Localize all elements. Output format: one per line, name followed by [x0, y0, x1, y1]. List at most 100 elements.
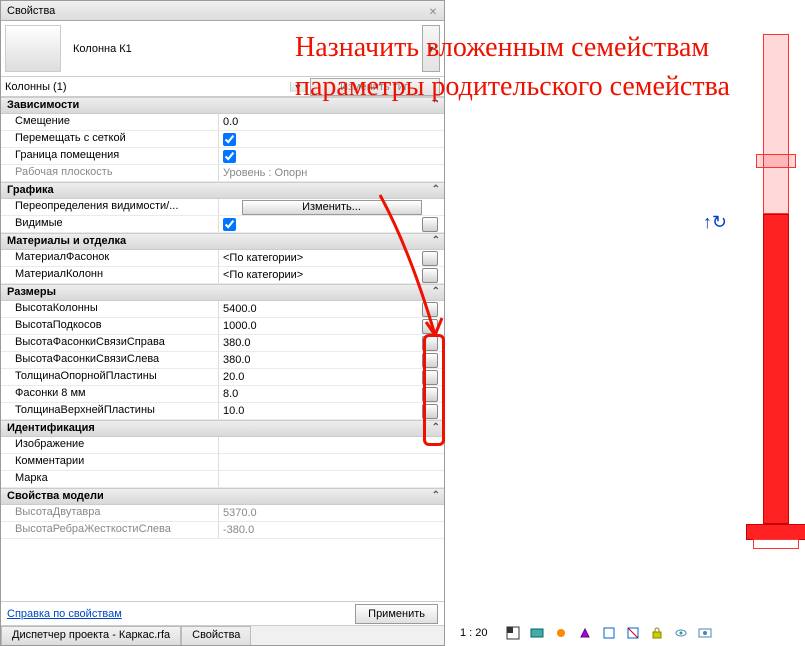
viewport-3d[interactable]: ↑↻ — [446, 0, 805, 646]
collapse-icon[interactable]: ⌃ — [432, 99, 440, 110]
property-label: ТолщинаВерхнейПластины — [1, 403, 219, 419]
reveal-hidden-icon[interactable] — [698, 626, 712, 640]
property-row: ВысотаДвутавра5370.0 — [1, 505, 444, 522]
property-row: Перемещать с сеткой — [1, 131, 444, 148]
property-value[interactable]: 1000.0 — [219, 318, 444, 334]
properties-list[interactable]: Зависимости⌃Смещение0.0Перемещать с сетк… — [1, 97, 444, 601]
property-value[interactable]: <По категории> — [219, 267, 444, 283]
property-value[interactable] — [219, 437, 444, 453]
associate-parameter-button[interactable] — [422, 387, 438, 402]
property-row: ВысотаРебраЖесткостиСлева-380.0 — [1, 522, 444, 539]
group-header[interactable]: Свойства модели⌃ — [1, 488, 444, 505]
instance-count-label: Колонны (1) — [1, 81, 290, 93]
associate-parameter-button[interactable] — [422, 370, 438, 385]
property-value[interactable]: 8.0 — [219, 386, 444, 402]
property-row: МатериалКолонн<По категории> — [1, 267, 444, 284]
detail-level-icon[interactable] — [506, 626, 520, 640]
property-row: Граница помещения — [1, 148, 444, 165]
instance-row: Колонны (1) ▼ Изменить тип — [1, 77, 444, 97]
panel-tabs: Диспетчер проекта - Каркас.rfa Свойства — [1, 625, 444, 645]
crop-visible-icon[interactable] — [626, 626, 640, 640]
associate-parameter-button[interactable] — [422, 268, 438, 283]
property-value[interactable]: <По категории> — [219, 250, 444, 266]
group-header[interactable]: Идентификация⌃ — [1, 420, 444, 437]
property-value[interactable]: 20.0 — [219, 369, 444, 385]
property-checkbox[interactable] — [223, 218, 236, 231]
property-label: Видимые — [1, 216, 219, 232]
property-value[interactable]: 380.0 — [219, 335, 444, 351]
property-row: Рабочая плоскостьУровень : Опорн — [1, 165, 444, 182]
type-name-label: Колонна К1 — [65, 21, 422, 76]
type-preview — [5, 25, 61, 72]
property-row: Марка — [1, 471, 444, 488]
property-label: Переопределения видимости/... — [1, 199, 219, 215]
collapse-icon[interactable]: ⌃ — [432, 235, 440, 246]
property-checkbox[interactable] — [223, 150, 236, 163]
associate-parameter-button[interactable] — [422, 319, 438, 334]
collapse-icon[interactable]: ⌃ — [432, 422, 440, 433]
property-row: Изображение — [1, 437, 444, 454]
property-value[interactable] — [219, 454, 444, 470]
property-edit-button[interactable]: Изменить... — [242, 200, 422, 215]
apply-button[interactable]: Применить — [355, 604, 438, 624]
group-header[interactable]: Графика⌃ — [1, 182, 444, 199]
property-value[interactable]: Уровень : Опорн — [219, 165, 444, 181]
collapse-icon[interactable]: ⌃ — [432, 286, 440, 297]
property-value[interactable] — [219, 216, 444, 232]
property-row: МатериалФасонок<По категории> — [1, 250, 444, 267]
property-value[interactable]: 10.0 — [219, 403, 444, 419]
group-header[interactable]: Материалы и отделка⌃ — [1, 233, 444, 250]
close-icon[interactable]: ✕ — [426, 3, 440, 17]
type-selector[interactable]: Колонна К1 ▼ — [1, 21, 444, 77]
property-row: ТолщинаВерхнейПластины10.0 — [1, 403, 444, 420]
help-link[interactable]: Справка по свойствам — [7, 608, 122, 620]
property-row: Смещение0.0 — [1, 114, 444, 131]
property-label: МатериалФасонок — [1, 250, 219, 266]
panel-footer: Справка по свойствам Применить — [1, 601, 444, 625]
property-row: ВысотаПодкосов1000.0 — [1, 318, 444, 335]
panel-title-bar[interactable]: Свойства ✕ — [1, 1, 444, 21]
chevron-down-icon[interactable]: ▼ — [290, 82, 306, 92]
property-value[interactable]: -380.0 — [219, 522, 444, 538]
scale-label[interactable]: 1 : 20 — [460, 627, 488, 639]
edit-type-button[interactable]: Изменить тип — [310, 78, 440, 96]
associate-parameter-button[interactable] — [422, 217, 438, 232]
tab-project-browser[interactable]: Диспетчер проекта - Каркас.rfa — [1, 626, 181, 645]
group-header[interactable]: Зависимости⌃ — [1, 97, 444, 114]
property-label: Марка — [1, 471, 219, 487]
chevron-down-icon[interactable]: ▼ — [422, 25, 440, 72]
property-row: Комментарии — [1, 454, 444, 471]
properties-panel: Свойства ✕ Колонна К1 ▼ Колонны (1) ▼ Из… — [0, 0, 445, 646]
property-label: ВысотаФасонкиСвязиСлева — [1, 352, 219, 368]
tab-properties[interactable]: Свойства — [181, 626, 251, 645]
temp-hide-icon[interactable] — [674, 626, 688, 640]
property-value[interactable] — [219, 148, 444, 164]
property-value[interactable] — [219, 471, 444, 487]
property-row: ВысотаФасонкиСвязиСправа380.0 — [1, 335, 444, 352]
associate-parameter-button[interactable] — [422, 404, 438, 419]
associate-parameter-button[interactable] — [422, 251, 438, 266]
panel-title-label: Свойства — [7, 5, 55, 17]
sun-path-icon[interactable] — [554, 626, 568, 640]
collapse-icon[interactable]: ⌃ — [432, 184, 440, 195]
shadows-icon[interactable] — [578, 626, 592, 640]
crop-icon[interactable] — [602, 626, 616, 640]
property-value[interactable]: 380.0 — [219, 352, 444, 368]
property-row: ТолщинаОпорнойПластины20.0 — [1, 369, 444, 386]
property-value[interactable]: 0.0 — [219, 114, 444, 130]
nav-widget-icon[interactable]: ↑↻ — [703, 212, 727, 233]
property-value[interactable] — [219, 131, 444, 147]
property-value[interactable]: Изменить... — [219, 199, 444, 215]
collapse-icon[interactable]: ⌃ — [432, 490, 440, 501]
lock-icon[interactable] — [650, 626, 664, 640]
associate-parameter-button[interactable] — [422, 302, 438, 317]
property-value[interactable]: 5400.0 — [219, 301, 444, 317]
group-header[interactable]: Размеры⌃ — [1, 284, 444, 301]
property-row: ВысотаФасонкиСвязиСлева380.0 — [1, 352, 444, 369]
visual-style-icon[interactable] — [530, 626, 544, 640]
associate-parameter-button[interactable] — [422, 336, 438, 351]
property-value[interactable]: 5370.0 — [219, 505, 444, 521]
property-label: ВысотаПодкосов — [1, 318, 219, 334]
property-checkbox[interactable] — [223, 133, 236, 146]
associate-parameter-button[interactable] — [422, 353, 438, 368]
